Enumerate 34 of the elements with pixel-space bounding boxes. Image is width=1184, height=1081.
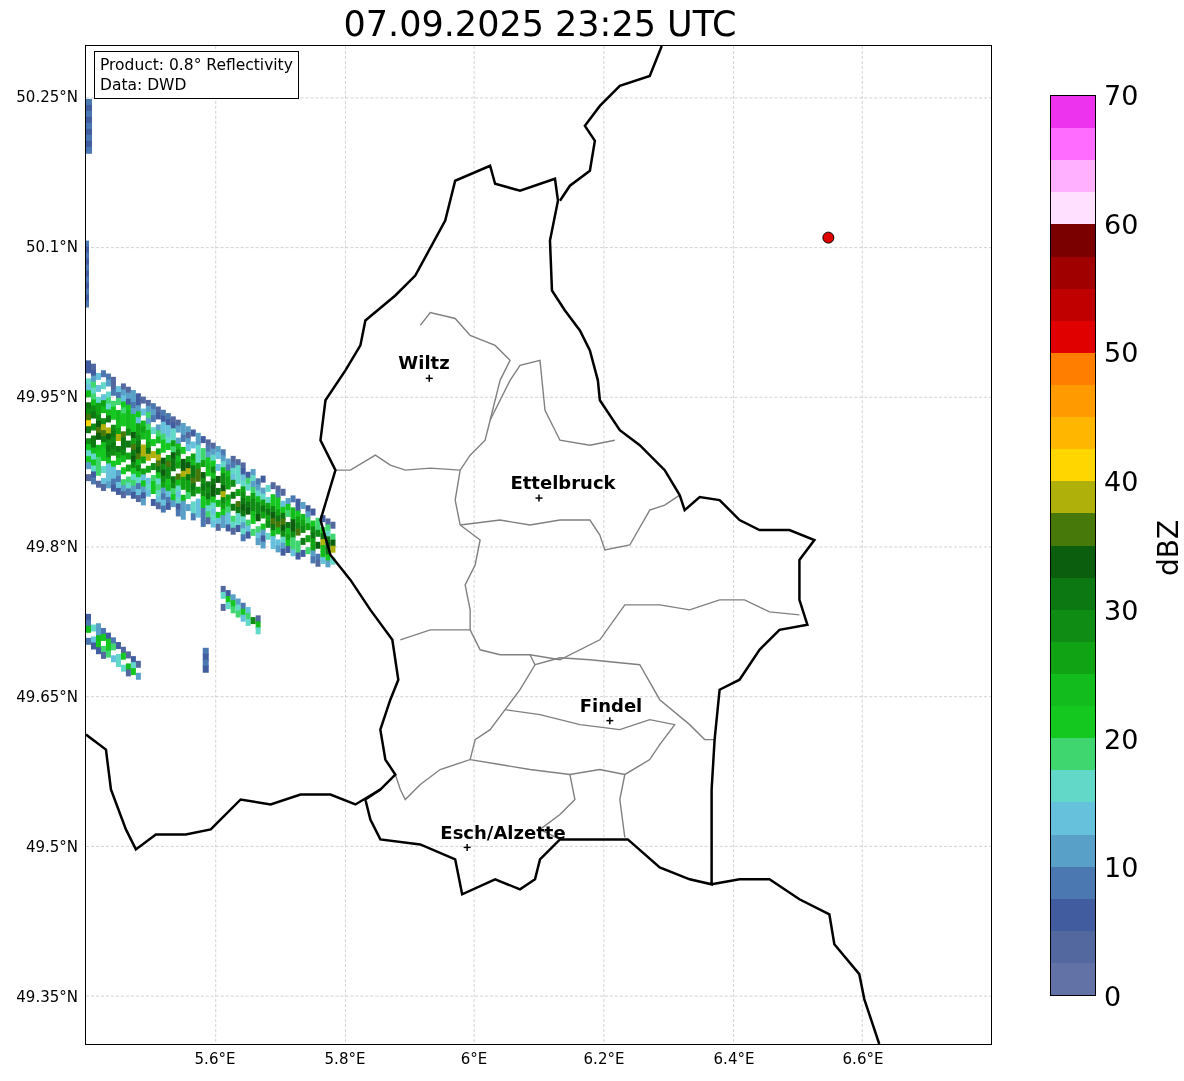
city-marker-icon	[425, 374, 434, 383]
colorbar-tick-label: 20	[1104, 723, 1139, 755]
latitude-label: 49.65°N	[16, 688, 78, 706]
latitude-label: 49.5°N	[25, 838, 78, 856]
chart-title: 07.09.2025 23:25 UTC	[342, 4, 738, 44]
info-text: Product: 0.8° Reflectivity	[100, 55, 293, 75]
latitude-label: 49.8°N	[25, 538, 78, 556]
latitude-label: 50.25°N	[16, 88, 78, 106]
colorbar-tick-label: 60	[1104, 208, 1139, 240]
city-marker-icon	[605, 716, 615, 725]
city-marker-icon	[534, 493, 544, 503]
city-label: Ettelbruck	[510, 471, 616, 493]
colorbar-tick-label: 30	[1104, 594, 1139, 626]
longitude-label: 6.4°E	[713, 1050, 755, 1068]
latitude-label: 49.95°N	[16, 388, 78, 406]
colorbar-tick-label: 10	[1104, 851, 1139, 883]
city-label: Esch/Alzette	[440, 821, 566, 843]
city-marker-icon	[462, 843, 472, 852]
colorbar-tick-label: 0	[1104, 980, 1122, 1012]
colorbar-tick-label: 40	[1104, 465, 1139, 497]
colorbar-label: dBZ	[1151, 519, 1184, 577]
latitude-label: 50.1°N	[25, 238, 78, 256]
longitude-label: 6.6°E	[842, 1050, 884, 1068]
longitude-label: 6.2°E	[583, 1050, 625, 1068]
longitude-label: 5.6°E	[194, 1050, 236, 1068]
colorbar-tick-label: 70	[1104, 79, 1139, 111]
colorbar-tick-label: 50	[1104, 336, 1139, 368]
city-label: Findel	[579, 694, 643, 716]
latitude-label: 49.35°N	[16, 988, 78, 1006]
city-label: Wiltz	[398, 351, 450, 373]
info-text: Data: DWD	[100, 75, 188, 95]
longitude-label: 6°E	[460, 1050, 488, 1068]
location-marker	[822, 231, 835, 244]
longitude-label: 5.8°E	[324, 1050, 366, 1068]
